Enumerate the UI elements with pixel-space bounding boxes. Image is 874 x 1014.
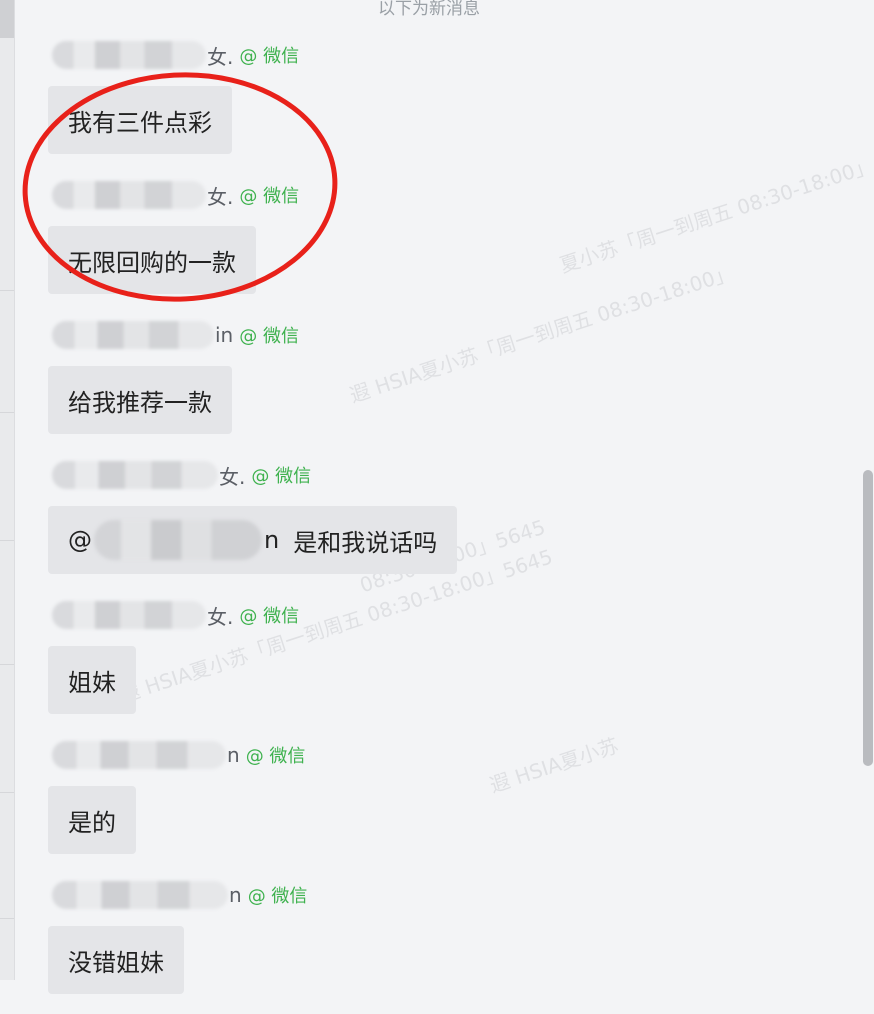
message-bubble[interactable]: 是的	[48, 786, 136, 854]
sender-name-blurred[interactable]	[52, 41, 206, 69]
sender-line: n @ 微信	[52, 880, 307, 910]
sender-name-blurred[interactable]	[52, 741, 226, 769]
left-panel-tab	[0, 0, 14, 38]
divider	[0, 412, 14, 413]
sender-line: in @ 微信	[52, 320, 299, 350]
sender-name-blurred[interactable]	[52, 181, 206, 209]
scrollbar-thumb[interactable]	[863, 470, 873, 766]
sender-name-blurred[interactable]	[52, 461, 218, 489]
platform-tag: @ 微信	[239, 606, 300, 627]
sender-line: 女. @ 微信	[52, 460, 311, 490]
divider	[0, 792, 14, 793]
divider	[0, 290, 14, 291]
message-item: 女. @ 微信 @ n 是和我说话吗	[48, 454, 838, 594]
chat-message-list[interactable]: 女. @ 微信 我有三件点彩 女. @ 微信 无限回购的一款 in @ 微信 给…	[48, 34, 838, 1014]
sender-name-suffix: 女.	[219, 464, 246, 489]
divider	[0, 664, 14, 665]
mention-at: @	[68, 526, 92, 554]
sender-line: 女. @ 微信	[52, 180, 299, 210]
sender-line: n @ 微信	[52, 740, 305, 770]
message-item: 女. @ 微信 我有三件点彩	[48, 34, 838, 174]
message-bubble[interactable]: 没错姐妹	[48, 926, 184, 994]
divider	[0, 918, 14, 919]
left-panel-edge	[0, 0, 15, 980]
sender-line: 女. @ 微信	[52, 600, 299, 630]
platform-tag: @ 微信	[239, 326, 299, 347]
message-item: n @ 微信 没错姐妹	[48, 874, 838, 1014]
sender-name-blurred[interactable]	[52, 321, 214, 349]
divider	[0, 540, 14, 541]
platform-tag: @ 微信	[247, 886, 308, 907]
message-bubble[interactable]: 姐妹	[48, 646, 136, 714]
message-bubble[interactable]: 无限回购的一款	[48, 226, 256, 294]
mention-name-blurred[interactable]	[94, 520, 262, 560]
platform-tag: @ 微信	[239, 186, 300, 207]
sender-name-suffix: in	[215, 323, 234, 347]
new-messages-hint: 以下为新消息	[378, 0, 480, 19]
platform-tag: @ 微信	[245, 746, 306, 767]
message-bubble[interactable]: 给我推荐一款	[48, 366, 232, 434]
sender-name-suffix: 女.	[207, 44, 234, 69]
message-item: n @ 微信 是的	[48, 734, 838, 874]
sender-name-blurred[interactable]	[52, 881, 228, 909]
sender-name-blurred[interactable]	[52, 601, 206, 629]
message-item: 女. @ 微信 无限回购的一款	[48, 174, 838, 314]
message-text: 是和我说话吗	[293, 528, 438, 557]
message-item: 女. @ 微信 姐妹	[48, 594, 838, 734]
sender-name-suffix: n	[229, 883, 242, 907]
sender-name-suffix: 女.	[207, 184, 234, 209]
platform-tag: @ 微信	[239, 46, 300, 67]
platform-tag: @ 微信	[251, 466, 312, 487]
message-bubble[interactable]: 我有三件点彩	[48, 86, 232, 154]
sender-name-suffix: 女.	[207, 604, 234, 629]
mention-suffix: n	[264, 526, 280, 554]
message-bubble[interactable]: @ n 是和我说话吗	[48, 506, 458, 574]
sender-name-suffix: n	[227, 743, 240, 767]
sender-line: 女. @ 微信	[52, 40, 299, 70]
message-item: in @ 微信 给我推荐一款	[48, 314, 838, 454]
